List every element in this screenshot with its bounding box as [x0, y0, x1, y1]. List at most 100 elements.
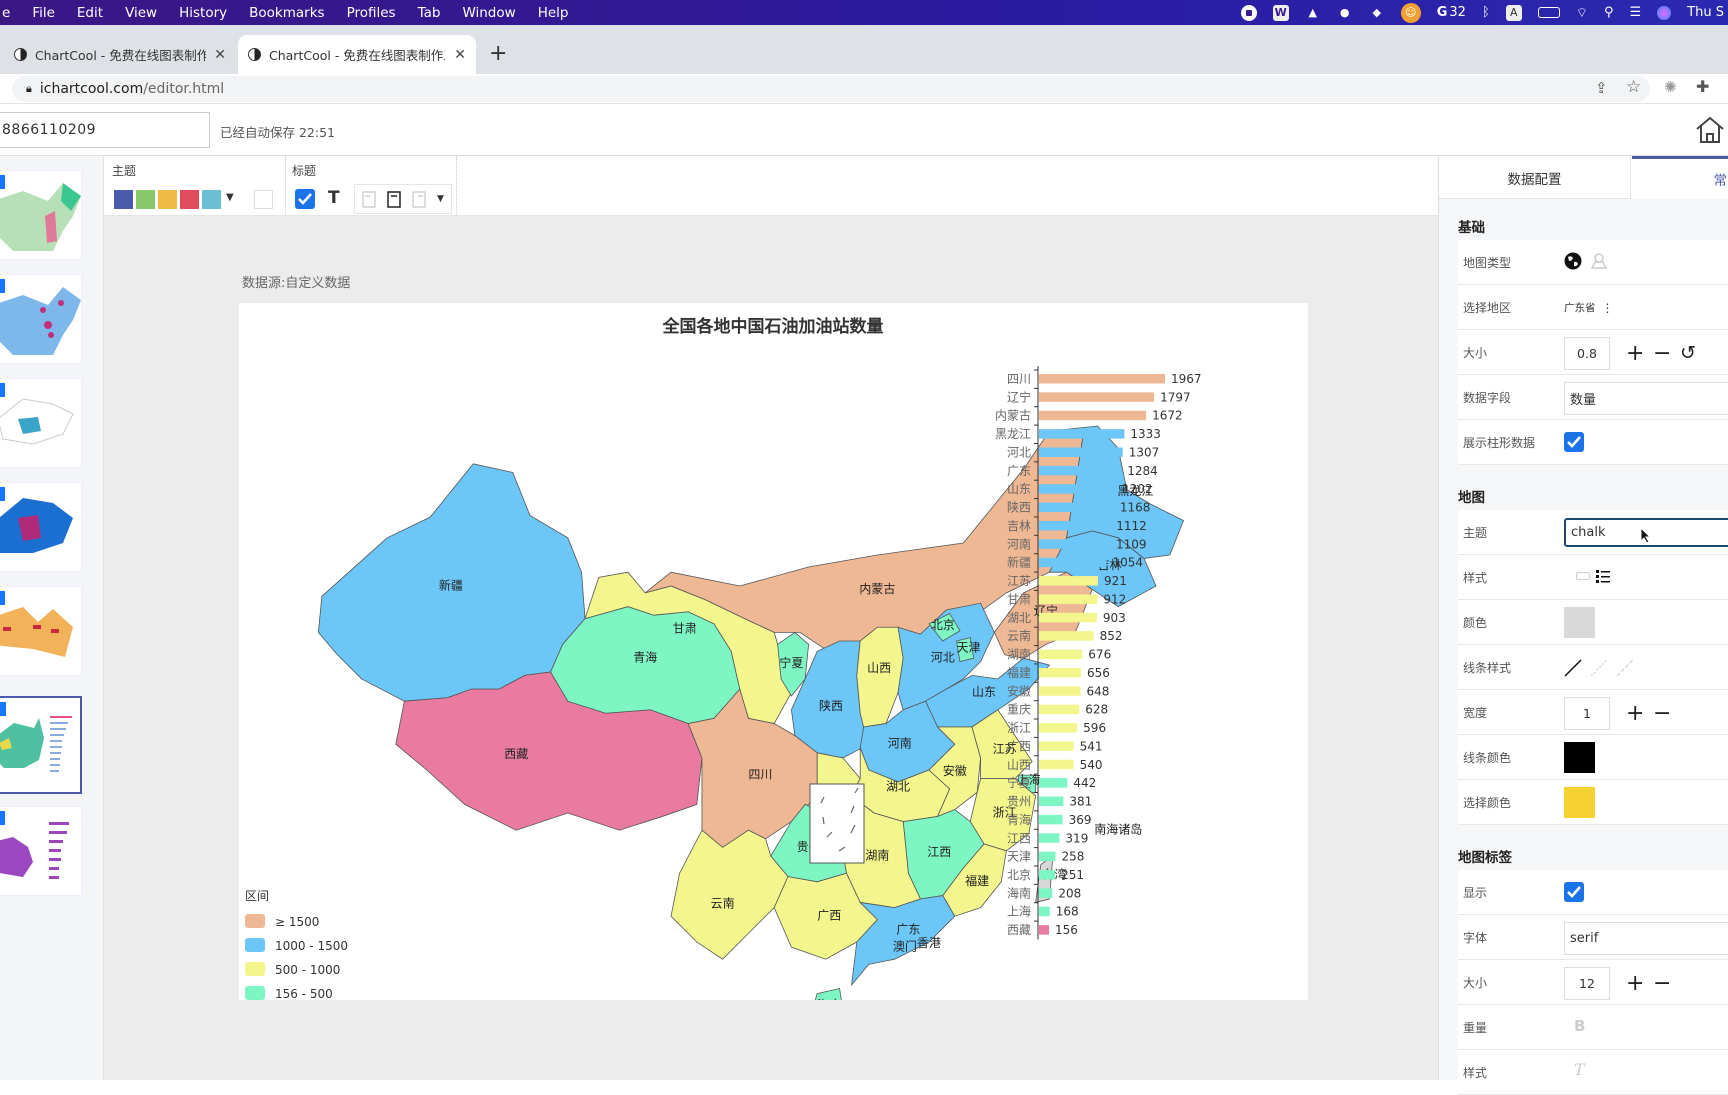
puzzle-extensions-icon[interactable]: ✚: [1696, 77, 1709, 96]
bar[interactable]: [1039, 447, 1123, 457]
bar[interactable]: [1039, 796, 1064, 807]
app-avatar-icon[interactable]: ☺: [1400, 2, 1421, 23]
bar[interactable]: [1039, 778, 1068, 788]
bar[interactable]: [1039, 502, 1114, 513]
new-tab-button[interactable]: +: [489, 35, 507, 73]
select-color-swatch[interactable]: [1564, 787, 1595, 818]
map-size-input[interactable]: 0.8: [1564, 337, 1610, 370]
reset-size-icon[interactable]: ↺: [1680, 337, 1696, 370]
more-options-icon[interactable]: ⋮: [1602, 302, 1614, 314]
wechat-icon[interactable]: ●: [1337, 5, 1353, 21]
url-field[interactable]: 🔒︎ ichartcool.com/editor.html: [12, 76, 1650, 102]
legend-swatch[interactable]: [245, 962, 265, 976]
province-山西[interactable]: [857, 627, 903, 727]
bar[interactable]: [1039, 429, 1125, 439]
menu-view[interactable]: View: [114, 5, 168, 21]
document-name-input[interactable]: 8866110209: [0, 112, 210, 148]
input-source-icon[interactable]: A: [1505, 4, 1522, 21]
menu-help[interactable]: Help: [527, 5, 580, 21]
browser-tab[interactable]: ChartCool - 免费在线图表制作工 ✕: [4, 35, 236, 74]
align-center-icon[interactable]: [387, 191, 401, 208]
region-value[interactable]: 广东省: [1564, 300, 1596, 315]
qq-icon[interactable]: ▲: [1305, 5, 1321, 21]
title-font-icon[interactable]: T: [328, 188, 340, 208]
align-left-icon[interactable]: [362, 191, 376, 208]
bar[interactable]: [1039, 374, 1165, 384]
menu-app-name[interactable]: e: [0, 5, 21, 21]
increase-width-icon[interactable]: +: [1626, 697, 1644, 730]
bluetooth-icon[interactable]: ᛒ: [1482, 5, 1490, 20]
label-show-checkbox[interactable]: [1564, 882, 1584, 902]
thumbnail-guangdong-orange[interactable]: [0, 586, 82, 676]
control-center-icon[interactable]: ☰: [1630, 5, 1642, 20]
clock[interactable]: Thu S: [1687, 5, 1724, 20]
menu-bookmarks[interactable]: Bookmarks: [238, 5, 335, 21]
line-color-swatch[interactable]: [1564, 742, 1595, 773]
bar[interactable]: [1039, 833, 1060, 843]
bar[interactable]: [1039, 631, 1094, 641]
bar[interactable]: [1039, 484, 1116, 494]
background-color-swatch[interactable]: [254, 190, 273, 209]
line-width-input[interactable]: 1: [1564, 697, 1610, 730]
menu-file[interactable]: File: [21, 5, 66, 21]
bar[interactable]: [1039, 576, 1098, 586]
theme-swatch-4[interactable]: [180, 190, 199, 209]
home-icon[interactable]: [1694, 114, 1726, 146]
bar[interactable]: [1039, 612, 1097, 623]
tab-data-config[interactable]: 数据配置: [1439, 156, 1631, 199]
line-dotted-icon[interactable]: [1616, 659, 1634, 677]
italic-icon[interactable]: T: [1574, 1060, 1585, 1079]
style-flat-icon[interactable]: [1576, 572, 1590, 580]
theme-swatch-2[interactable]: [136, 190, 155, 209]
align-dropdown-caret-icon[interactable]: ▼: [437, 194, 444, 204]
style-list-icon[interactable]: [1596, 569, 1610, 583]
notification-count[interactable]: G 32: [1437, 5, 1466, 20]
wifi-icon[interactable]: ⌔: [1576, 5, 1588, 21]
bar[interactable]: [1039, 704, 1080, 715]
menu-edit[interactable]: Edit: [66, 5, 114, 21]
bar[interactable]: [1039, 723, 1078, 733]
bar[interactable]: [1039, 814, 1063, 825]
label-size-input[interactable]: 12: [1564, 967, 1610, 1000]
close-tab-icon[interactable]: ✕: [454, 47, 466, 63]
thumbnail-guangdong-outline[interactable]: [0, 378, 82, 468]
bar[interactable]: [1039, 539, 1111, 549]
battery-icon[interactable]: [1537, 7, 1560, 18]
spotlight-icon[interactable]: ⚲: [1604, 5, 1614, 20]
line-dashed-icon[interactable]: [1590, 659, 1608, 677]
thumbnail-guangdong-blue[interactable]: [0, 482, 82, 572]
bar[interactable]: [1039, 649, 1083, 660]
bar[interactable]: [1039, 851, 1056, 862]
bar[interactable]: [1039, 465, 1122, 476]
bar[interactable]: [1039, 906, 1050, 917]
menu-window[interactable]: Window: [451, 5, 526, 21]
thumbnail-china-map-bar[interactable]: [0, 696, 82, 794]
title-visible-checkbox[interactable]: [295, 189, 315, 209]
line-solid-icon[interactable]: [1564, 659, 1582, 677]
theme-swatch-5[interactable]: [202, 190, 221, 209]
theme-dropdown-caret-icon[interactable]: ▼: [226, 192, 234, 203]
menu-tab[interactable]: Tab: [407, 5, 452, 21]
theme-swatch-3[interactable]: [158, 190, 177, 209]
legend-swatch[interactable]: [245, 914, 265, 928]
close-tab-icon[interactable]: ✕: [214, 47, 226, 63]
chart-container[interactable]: 全国各地中国石油加油站数量 新疆西藏青海甘肃内蒙古宁夏陕西山西四川重庆云南贵州广…: [239, 303, 1308, 1025]
thumbnail-china-blue-scatter[interactable]: [0, 274, 82, 364]
bar[interactable]: [1039, 594, 1098, 604]
align-right-icon[interactable]: [412, 191, 426, 208]
bar[interactable]: [1039, 392, 1155, 402]
data-field-select[interactable]: 数量: [1564, 382, 1728, 415]
bar[interactable]: [1039, 520, 1111, 531]
decrease-size-icon[interactable]: −: [1653, 337, 1671, 370]
decrease-width-icon[interactable]: −: [1653, 697, 1671, 730]
label-font-select[interactable]: serif: [1564, 922, 1728, 955]
increase-label-size-icon[interactable]: +: [1626, 967, 1644, 1000]
bar[interactable]: [1039, 741, 1074, 751]
province-云南[interactable]: [671, 830, 788, 959]
theme-swatch-1[interactable]: [114, 190, 133, 209]
record-icon[interactable]: [1240, 4, 1257, 21]
siri-icon[interactable]: [1657, 5, 1672, 20]
increase-size-icon[interactable]: +: [1626, 337, 1644, 370]
decrease-label-size-icon[interactable]: −: [1653, 967, 1671, 1000]
browser-tab-active[interactable]: ChartCool - 免费在线图表制作工 ✕: [238, 35, 476, 74]
